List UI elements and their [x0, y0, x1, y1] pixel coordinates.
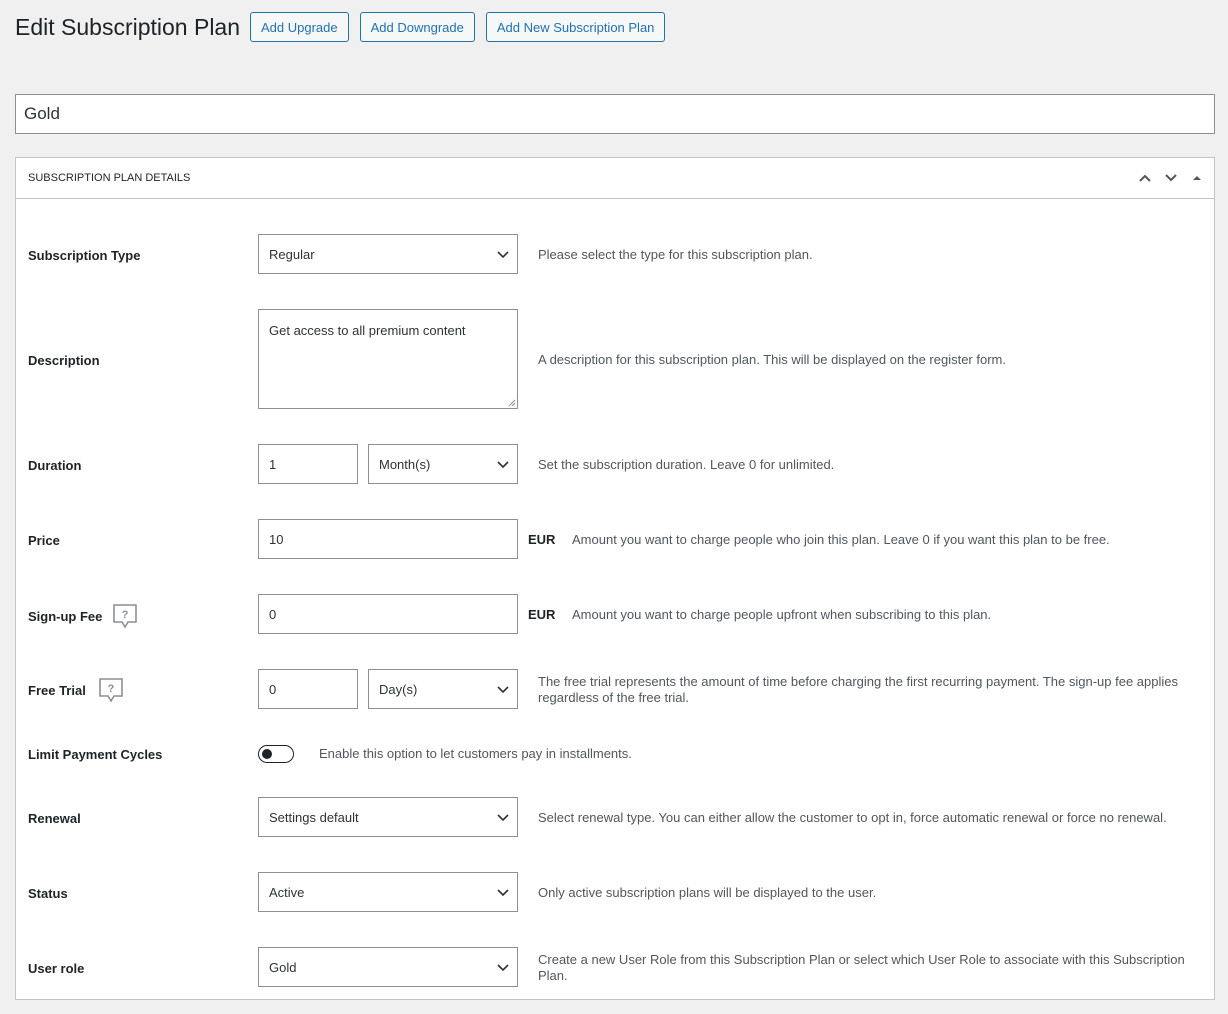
- page-header: Edit Subscription Plan Add Upgrade Add D…: [15, 12, 666, 42]
- panel-actions: [1132, 158, 1214, 198]
- toggle-knob: [262, 749, 272, 759]
- limit-payment-cycles-label: Limit Payment Cycles: [28, 746, 163, 762]
- subscription-type-description: Please select the type for this subscrip…: [538, 247, 813, 262]
- move-down-button[interactable]: [1158, 158, 1184, 198]
- subscription-type-value: Regular: [269, 246, 315, 262]
- status-label: Status: [28, 885, 68, 901]
- chevron-down-icon: [497, 686, 509, 694]
- limit-payment-cycles-description: Enable this option to let customers pay …: [319, 746, 632, 761]
- subscription-plan-details-panel: SUBSCRIPTION PLAN DETAILS Subscription T…: [15, 157, 1215, 1000]
- page-title: Edit Subscription Plan: [15, 14, 241, 40]
- add-new-subscription-plan-button[interactable]: Add New Subscription Plan: [485, 12, 666, 42]
- description-label: Description: [28, 352, 100, 368]
- renewal-label: Renewal: [28, 810, 81, 826]
- free-trial-label: Free Trial: [28, 682, 86, 698]
- duration-unit-select[interactable]: Month(s): [368, 444, 518, 484]
- chevron-down-icon: [497, 461, 509, 469]
- plan-name-input[interactable]: [15, 94, 1215, 134]
- add-upgrade-button[interactable]: Add Upgrade: [250, 12, 349, 42]
- price-description: Amount you want to charge people who joi…: [572, 532, 1110, 547]
- limit-payment-cycles-toggle[interactable]: [258, 745, 294, 763]
- duration-unit-value: Month(s): [379, 456, 431, 472]
- free-trial-description: The free trial represents the amount of …: [538, 674, 1178, 705]
- duration-label: Duration: [28, 457, 82, 473]
- renewal-description: Select renewal type. You can either allo…: [538, 810, 1167, 825]
- duration-input[interactable]: 1: [258, 444, 358, 484]
- free-trial-input[interactable]: 0: [258, 669, 358, 709]
- description-text: Get access to all premium content: [269, 323, 466, 338]
- status-value: Active: [269, 884, 305, 900]
- user-role-select[interactable]: Gold: [258, 947, 518, 987]
- renewal-value: Settings default: [269, 809, 359, 825]
- toggle-panel-button[interactable]: [1184, 158, 1210, 198]
- price-currency: EUR: [528, 532, 556, 547]
- renewal-select[interactable]: Settings default: [258, 797, 518, 837]
- description-help: A description for this subscription plan…: [538, 352, 1006, 367]
- panel-title: SUBSCRIPTION PLAN DETAILS: [28, 172, 191, 184]
- description-textarea[interactable]: Get access to all premium content: [258, 309, 518, 409]
- signup-fee-label: Sign-up Fee: [28, 608, 103, 624]
- free-trial-unit-select[interactable]: Day(s): [368, 669, 518, 709]
- help-icon[interactable]: ?: [112, 603, 138, 629]
- signup-fee-description: Amount you want to charge people upfront…: [572, 607, 992, 622]
- chevron-down-icon: [497, 889, 509, 897]
- svg-text:?: ?: [122, 609, 129, 621]
- triangle-up-icon: [1193, 176, 1201, 180]
- duration-description: Set the subscription duration. Leave 0 f…: [538, 457, 835, 472]
- free-trial-label-row: Free Trial ?: [28, 675, 124, 705]
- chevron-up-icon: [1139, 174, 1151, 182]
- free-trial-unit-value: Day(s): [379, 681, 418, 697]
- chevron-down-icon: [497, 814, 509, 822]
- svg-text:?: ?: [107, 683, 114, 695]
- subscription-type-label: Subscription Type: [28, 247, 141, 263]
- chevron-down-icon: [497, 964, 509, 972]
- signup-fee-label-row: Sign-up Fee ?: [28, 601, 138, 631]
- user-role-label: User role: [28, 960, 85, 976]
- user-role-description: Create a new User Role from this Subscri…: [538, 952, 1185, 983]
- price-input[interactable]: 10: [258, 519, 518, 559]
- status-select[interactable]: Active: [258, 872, 518, 912]
- signup-fee-input[interactable]: 0: [258, 594, 518, 634]
- chevron-down-icon: [497, 251, 509, 259]
- user-role-value: Gold: [269, 959, 297, 975]
- resize-handle-icon[interactable]: [507, 398, 516, 407]
- add-downgrade-button[interactable]: Add Downgrade: [359, 12, 475, 42]
- help-icon[interactable]: ?: [98, 677, 124, 703]
- status-description: Only active subscription plans will be d…: [538, 885, 877, 900]
- subscription-type-select[interactable]: Regular: [258, 234, 518, 274]
- signup-fee-currency: EUR: [528, 607, 556, 622]
- move-up-button[interactable]: [1132, 158, 1158, 198]
- panel-header: SUBSCRIPTION PLAN DETAILS: [16, 158, 1214, 199]
- price-label: Price: [28, 532, 60, 548]
- chevron-down-icon: [1165, 174, 1177, 182]
